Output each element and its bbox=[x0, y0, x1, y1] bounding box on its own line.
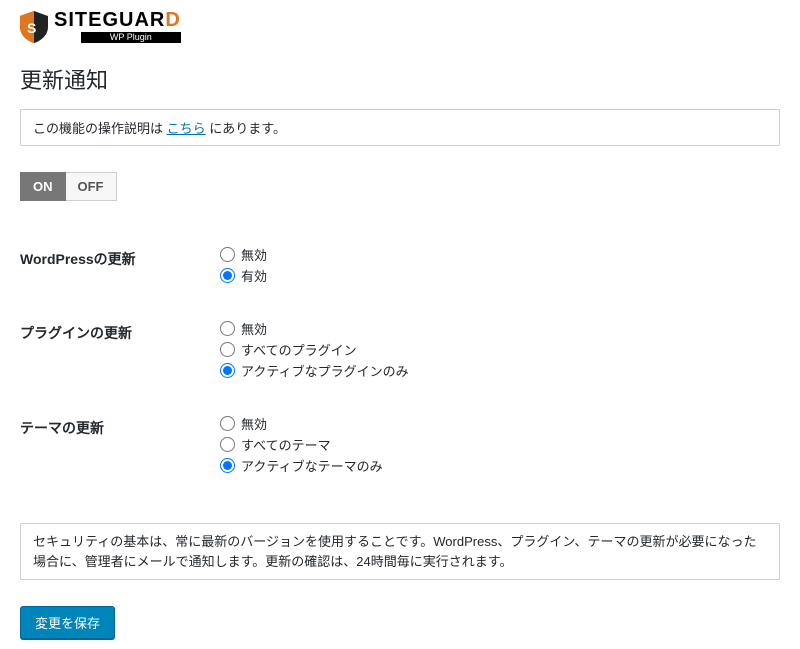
wordpress-enable-row[interactable]: 有効 bbox=[220, 266, 780, 285]
themes-all-row[interactable]: すべてのテーマ bbox=[220, 435, 780, 454]
plugins-active-radio[interactable] bbox=[220, 363, 235, 378]
plugins-disable-row[interactable]: 無効 bbox=[220, 319, 780, 338]
shield-icon: S bbox=[20, 11, 48, 43]
themes-active-radio[interactable] bbox=[220, 458, 235, 473]
notice-link[interactable]: こちら bbox=[167, 121, 206, 136]
notice-box: この機能の操作説明は こちら にあります。 bbox=[20, 109, 780, 146]
brand-text: SITEGUARD WP Plugin bbox=[54, 10, 181, 43]
wordpress-enable-label: 有効 bbox=[241, 266, 267, 285]
brand-name-left: SITEGUAR bbox=[54, 9, 165, 31]
themes-disable-radio[interactable] bbox=[220, 416, 235, 431]
themes-all-radio[interactable] bbox=[220, 437, 235, 452]
wordpress-disable-radio[interactable] bbox=[220, 247, 235, 262]
row-label-plugins: プラグインの更新 bbox=[20, 315, 220, 410]
page-title: 更新通知 bbox=[20, 63, 780, 95]
brand-name-right: D bbox=[165, 9, 180, 31]
plugins-all-row[interactable]: すべてのプラグイン bbox=[220, 340, 780, 359]
settings-table: WordPressの更新 無効 有効 プラグインの更新 無効 すべてのプラグイン bbox=[20, 241, 780, 505]
plugins-all-radio[interactable] bbox=[220, 342, 235, 357]
row-label-themes: テーマの更新 bbox=[20, 410, 220, 505]
brand-sub: WP Plugin bbox=[81, 32, 181, 43]
themes-active-row[interactable]: アクティブなテーマのみ bbox=[220, 456, 780, 475]
plugins-active-row[interactable]: アクティブなプラグインのみ bbox=[220, 361, 780, 380]
wordpress-disable-label: 無効 bbox=[241, 245, 267, 264]
themes-all-label: すべてのテーマ bbox=[241, 435, 331, 454]
description-box: セキュリティの基本は、常に最新のバージョンを使用することです。WordPress… bbox=[20, 523, 780, 580]
toggle-group: ON OFF bbox=[20, 172, 117, 201]
plugins-disable-label: 無効 bbox=[241, 319, 267, 338]
plugins-all-label: すべてのプラグイン bbox=[241, 340, 357, 359]
plugins-active-label: アクティブなプラグインのみ bbox=[241, 361, 409, 380]
row-label-wordpress: WordPressの更新 bbox=[20, 241, 220, 315]
plugin-logo: S SITEGUARD WP Plugin bbox=[20, 10, 780, 43]
wordpress-disable-row[interactable]: 無効 bbox=[220, 245, 780, 264]
wordpress-enable-radio[interactable] bbox=[220, 268, 235, 283]
notice-suffix: にあります。 bbox=[206, 121, 286, 136]
toggle-off-button[interactable]: OFF bbox=[66, 172, 117, 201]
themes-active-label: アクティブなテーマのみ bbox=[241, 456, 383, 475]
notice-prefix: この機能の操作説明は bbox=[33, 121, 167, 136]
svg-text:S: S bbox=[27, 20, 36, 36]
themes-disable-label: 無効 bbox=[241, 414, 267, 433]
toggle-on-button[interactable]: ON bbox=[20, 172, 66, 201]
plugins-disable-radio[interactable] bbox=[220, 321, 235, 336]
save-button[interactable]: 変更を保存 bbox=[20, 606, 115, 639]
themes-disable-row[interactable]: 無効 bbox=[220, 414, 780, 433]
